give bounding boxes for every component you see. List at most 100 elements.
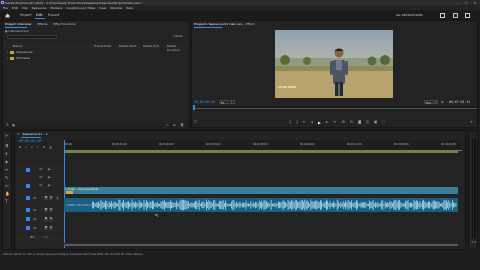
linked-selection-icon[interactable]: ⚭ xyxy=(31,146,33,149)
tab-import[interactable]: Import xyxy=(20,13,32,17)
step-back-icon[interactable]: ◂ xyxy=(311,120,313,124)
source-patch-a1[interactable] xyxy=(26,196,30,200)
out-point-icon[interactable]: } xyxy=(296,120,298,124)
add-button-icon[interactable]: + xyxy=(470,120,473,124)
playhead[interactable] xyxy=(193,105,195,110)
track-header-v2[interactable]: V2 ◉ xyxy=(16,174,63,181)
minimize-button[interactable]: — xyxy=(455,1,461,5)
close-sequence-icon[interactable]: ✕ xyxy=(17,132,20,136)
track-select-tool-icon[interactable]: ⇶ xyxy=(5,143,8,148)
mute-button[interactable]: M xyxy=(44,217,48,221)
camera-icon[interactable]: ◙ xyxy=(358,120,361,124)
tab-menu-icon[interactable]: ≡ xyxy=(45,132,48,136)
settings-icon[interactable]: ⚙ xyxy=(441,100,444,104)
razor-tool-icon[interactable]: ◈ xyxy=(5,159,8,164)
track-header-a3[interactable]: A3 M S xyxy=(16,215,63,223)
track-header-v3[interactable]: V3 ◉ xyxy=(16,166,63,173)
tab-source[interactable]: Interview - Effect xyxy=(229,22,255,26)
tab-edit[interactable]: Edit xyxy=(36,13,43,17)
ripple-edit-tool-icon[interactable]: ⊪ xyxy=(5,151,8,156)
comparison-view-icon[interactable]: ◫ xyxy=(366,120,369,124)
solo-button[interactable]: S xyxy=(49,226,53,230)
list-view-icon[interactable]: ☰ xyxy=(6,123,9,127)
tab-effects[interactable]: Effects xyxy=(37,22,47,26)
timeline-timecode[interactable]: 00;00;00;00 xyxy=(19,139,41,143)
monitor-time-ruler[interactable] xyxy=(193,106,477,110)
mute-button[interactable]: M xyxy=(44,226,48,230)
microphone-icon[interactable]: 🎙 xyxy=(56,197,59,200)
timeline-horizontal-scrollbar[interactable] xyxy=(64,243,458,246)
source-patch-a2[interactable] xyxy=(26,208,30,212)
delete-icon[interactable]: 🗑 xyxy=(180,123,184,127)
tab-program[interactable]: Program: Sequence 01 xyxy=(194,22,228,26)
hand-tool-icon[interactable]: ✋ xyxy=(5,191,10,196)
solo-button[interactable]: S xyxy=(49,208,53,212)
timeline-playhead[interactable] xyxy=(64,140,65,248)
lift-icon[interactable]: ⊟ xyxy=(342,120,345,124)
icon-view-icon[interactable]: ▦ xyxy=(12,123,15,127)
col-media-duration[interactable]: Media Duration xyxy=(167,44,189,52)
fit-dropdown[interactable]: Fit ▾ xyxy=(219,99,235,105)
rectangle-tool-icon[interactable]: ▭ xyxy=(5,183,9,188)
go-to-in-icon[interactable]: ⇤ xyxy=(303,120,306,124)
extract-icon[interactable]: ⊡ xyxy=(350,120,353,124)
type-tool-icon[interactable]: T xyxy=(5,199,7,204)
track-header-a1[interactable]: A1 M S 🎙 xyxy=(16,191,63,205)
new-bin-icon[interactable]: ▭ xyxy=(166,123,169,127)
mute-button[interactable]: M xyxy=(44,208,48,212)
eye-icon[interactable]: ◉ xyxy=(48,168,50,171)
track-header-v1[interactable]: V1 ◉ xyxy=(16,182,63,189)
solo-button[interactable]: S xyxy=(49,196,53,200)
col-name[interactable]: Name xyxy=(13,44,22,48)
track-header-mix[interactable]: Mix 0.0 xyxy=(16,234,63,241)
source-patch-a4[interactable] xyxy=(26,226,30,230)
quality-dropdown[interactable]: Full ▾ xyxy=(424,99,438,105)
marker-icon[interactable]: ⛉ xyxy=(194,120,197,124)
selection-tool-icon[interactable]: ➤ xyxy=(5,134,9,139)
play-icon[interactable]: ▶ xyxy=(318,120,321,125)
tab-export[interactable]: Export xyxy=(48,13,59,17)
in-point-icon[interactable]: { xyxy=(289,120,291,124)
add-marker-icon[interactable]: ⛉ xyxy=(37,146,39,149)
step-forward-icon[interactable]: ▸ xyxy=(326,120,328,124)
program-video-frame[interactable]: LTTOR HONS xyxy=(275,30,393,98)
work-area-bar[interactable] xyxy=(64,151,458,153)
source-patch-v1[interactable] xyxy=(26,183,30,188)
solo-left-button[interactable]: S xyxy=(472,241,474,244)
tab-effect-controls[interactable]: Effect Controls xyxy=(53,22,75,26)
scrollbar-thumb[interactable] xyxy=(64,243,458,246)
maximize-button[interactable]: ☐ xyxy=(463,1,469,5)
pen-tool-icon[interactable]: ✎ xyxy=(5,175,8,180)
mix-value[interactable]: 0.0 xyxy=(44,236,48,239)
timeline-ruler[interactable]: 00;00 00;00;32;00 00;01;04;02 00;01;36;0… xyxy=(64,140,462,151)
project-label[interactable]: ALL PRODUCTIONS xyxy=(396,13,423,17)
col-frame-rate[interactable]: Frame Rate xyxy=(94,44,111,48)
wrench-icon[interactable]: ⚒ xyxy=(43,146,45,149)
nest-icon[interactable]: ⧉ xyxy=(19,146,21,149)
list-item[interactable]: › Sequences xyxy=(7,50,33,54)
home-icon[interactable] xyxy=(5,13,10,18)
workspaces-icon[interactable] xyxy=(440,12,445,18)
list-item[interactable]: › iPhoneAu xyxy=(7,56,30,60)
eye-icon[interactable]: ◉ xyxy=(48,184,50,187)
slip-tool-icon[interactable]: ↔ xyxy=(5,167,8,172)
col-media-end[interactable]: Media End xyxy=(143,44,159,48)
go-to-out-icon[interactable]: ⇥ xyxy=(333,120,336,124)
track-header-a4[interactable]: A4 M S xyxy=(16,224,63,232)
track-header-a2[interactable]: A2 M S xyxy=(16,206,63,214)
source-patch-a3[interactable] xyxy=(26,217,30,221)
mute-button[interactable]: M xyxy=(44,196,48,200)
solo-button[interactable]: S xyxy=(49,217,53,221)
col-media-start[interactable]: Media Start xyxy=(119,44,136,48)
proxy-icon[interactable]: ▣ xyxy=(374,120,377,124)
captions-icon[interactable]: ▤ xyxy=(49,146,51,149)
close-button[interactable]: ✕ xyxy=(472,1,478,5)
program-timecode[interactable]: 00;00;00;00 xyxy=(194,100,215,104)
tab-project[interactable]: Project: Interview xyxy=(5,22,31,26)
snap-icon[interactable]: ∩ xyxy=(25,146,27,149)
quick-export-icon[interactable] xyxy=(453,12,458,18)
tab-sequence[interactable]: Sequence 01 xyxy=(23,132,43,136)
video-clip[interactable]: 1 Dollar - Interview(2019) xyxy=(64,187,458,194)
search-input[interactable]: ⌕ xyxy=(7,35,57,40)
solo-right-button[interactable]: S xyxy=(475,241,477,244)
